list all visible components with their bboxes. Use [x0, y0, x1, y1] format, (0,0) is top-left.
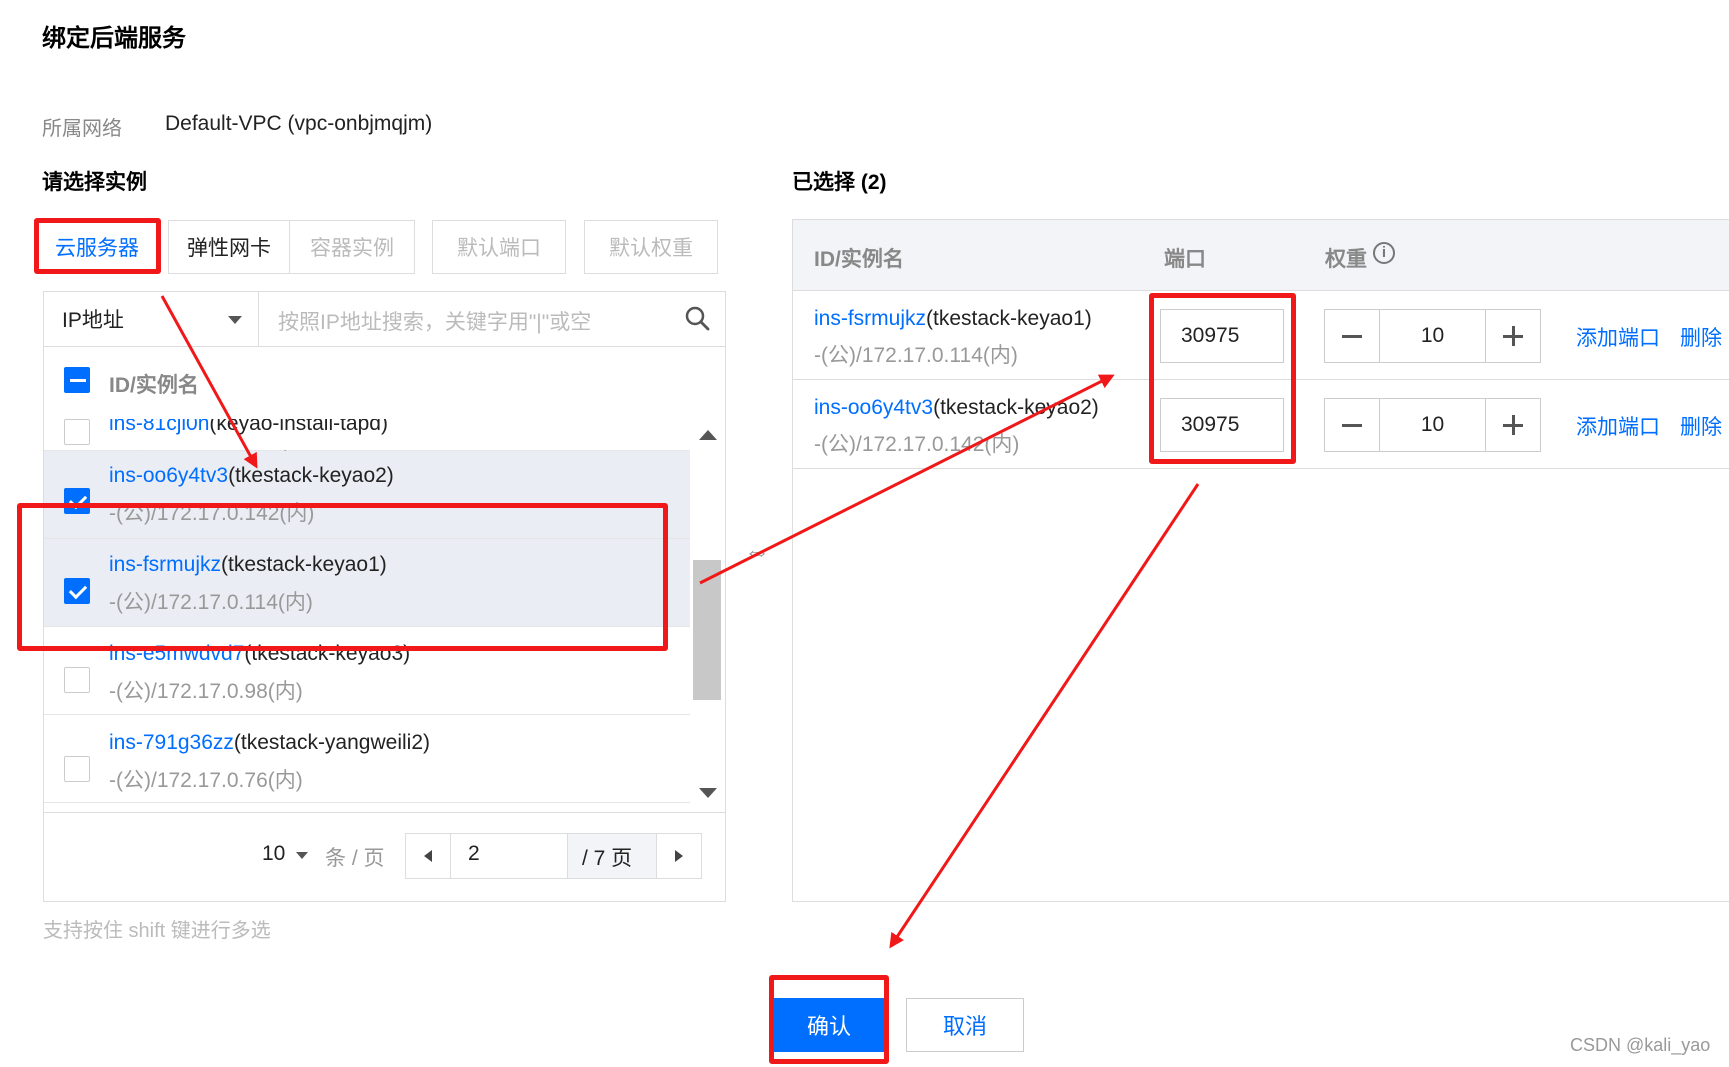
row-checkbox[interactable] — [64, 419, 90, 445]
instance-id-link[interactable]: ins-791g36zz — [109, 731, 234, 754]
tab-eni-label: 弹性网卡 — [187, 237, 271, 260]
annotation-box — [34, 218, 161, 274]
filter-field-label: IP地址 — [62, 309, 124, 332]
list-item[interactable]: ins-791g36zz(tkestack-yangweili2) -(公)/1… — [44, 715, 690, 803]
chevron-left-icon — [424, 850, 432, 862]
select-all-checkbox[interactable] — [64, 367, 90, 393]
dialog-title: 绑定后端服务 — [42, 25, 186, 52]
instance-id-link[interactable]: ins-81cjl0n — [109, 419, 209, 435]
row-checkbox[interactable] — [64, 667, 90, 693]
minus-icon — [1342, 423, 1362, 427]
weight-decrement-button[interactable] — [1324, 398, 1380, 452]
scroll-up-icon[interactable] — [699, 430, 717, 440]
column-weight: 权重 — [1325, 248, 1367, 271]
select-instance-title: 请选择实例 — [42, 171, 147, 194]
instance-name: (tkestack-yangweili2) — [233, 731, 430, 754]
network-label: 所属网络 — [42, 118, 122, 140]
plus-icon — [1503, 326, 1523, 346]
instance-ip: -(公)/172.17.0.98(内) — [109, 680, 303, 703]
weight-increment-button[interactable] — [1485, 309, 1541, 363]
multi-select-hint: 支持按住 shift 键进行多选 — [43, 920, 271, 942]
instance-name: (keyao-install-tapd) — [209, 419, 388, 435]
instance-ip: -(公)/172.17.0.114(内) — [814, 344, 1018, 367]
weight-value: 10 — [1420, 413, 1445, 436]
cancel-button[interactable]: 取消 — [906, 998, 1024, 1052]
selected-table-header — [793, 220, 1729, 291]
tab-container[interactable]: 容器实例 — [289, 220, 415, 274]
divider — [44, 346, 725, 347]
watermark: CSDN @kali_yao — [1570, 1035, 1711, 1055]
scrollbar-thumb[interactable] — [693, 560, 721, 700]
instance-id-link[interactable]: ins-fsrmujkz — [814, 307, 926, 330]
plus-icon — [1503, 415, 1523, 435]
divider — [44, 812, 725, 813]
next-page-button[interactable] — [656, 833, 702, 879]
filter-field-select[interactable]: IP地址 — [44, 292, 259, 346]
selected-title: 已选择 (2) — [792, 171, 887, 194]
chevron-down-icon — [228, 316, 242, 324]
annotation-box — [17, 503, 668, 651]
info-icon[interactable]: i — [1373, 242, 1395, 264]
swap-arrows-icon: ⇔ — [744, 536, 770, 566]
tab-container-label: 容器实例 — [310, 237, 394, 260]
instance-name: (tkestack-keyao2) — [933, 396, 1099, 419]
default-port-label: 默认端口 — [457, 237, 541, 260]
scroll-down-icon[interactable] — [699, 788, 717, 798]
list-item[interactable]: ins-81cjl0n(keyao-install-tapd) -(公)/172… — [44, 419, 690, 473]
weight-decrement-button[interactable] — [1324, 309, 1380, 363]
current-page: 2 — [468, 842, 480, 865]
weight-input[interactable]: 10 — [1379, 398, 1486, 452]
column-port: 端口 — [1164, 248, 1206, 271]
search-input[interactable]: 按照IP地址搜索，关键字用"|"或空 — [278, 306, 591, 336]
add-port-link[interactable]: 添加端口 — [1576, 411, 1660, 441]
instance-name: (tkestack-keyao2) — [228, 464, 394, 487]
page-size-select[interactable]: 10 — [262, 842, 285, 866]
add-port-link[interactable]: 添加端口 — [1576, 322, 1660, 352]
instance-id-link[interactable]: ins-oo6y4tv3 — [814, 396, 933, 419]
delete-link[interactable]: 删除 — [1680, 411, 1722, 441]
chevron-right-icon — [675, 850, 683, 862]
instance-name: (tkestack-keyao1) — [926, 307, 1092, 330]
weight-value: 10 — [1420, 324, 1445, 347]
row-checkbox[interactable] — [64, 756, 90, 782]
network-value: Default-VPC (vpc-onbjmqjm) — [165, 112, 433, 135]
instance-ip: -(公)/172.17.0.142(内) — [814, 433, 1020, 456]
delete-link[interactable]: 删除 — [1680, 322, 1722, 352]
tab-eni[interactable]: 弹性网卡 — [168, 220, 290, 274]
column-id: ID/实例名 — [814, 248, 904, 271]
instance-id-link[interactable]: ins-oo6y4tv3 — [109, 464, 228, 487]
list-header-label: ID/实例名 — [109, 374, 199, 397]
minus-icon — [1342, 334, 1362, 338]
default-weight-input[interactable]: 默认权重 — [584, 220, 718, 274]
annotation-box — [769, 975, 889, 1064]
default-port-input[interactable]: 默认端口 — [432, 220, 566, 274]
annotation-box — [1149, 293, 1296, 464]
total-pages: / 7 页 — [582, 847, 633, 870]
prev-page-button[interactable] — [405, 833, 451, 879]
default-weight-label: 默认权重 — [609, 237, 693, 260]
instance-ip: -(公)/172.17.0.76(内) — [109, 769, 303, 792]
chevron-down-icon — [296, 852, 308, 859]
weight-input[interactable]: 10 — [1379, 309, 1486, 363]
weight-increment-button[interactable] — [1485, 398, 1541, 452]
page-size-unit: 条 / 页 — [325, 847, 385, 870]
search-icon[interactable] — [684, 305, 710, 331]
